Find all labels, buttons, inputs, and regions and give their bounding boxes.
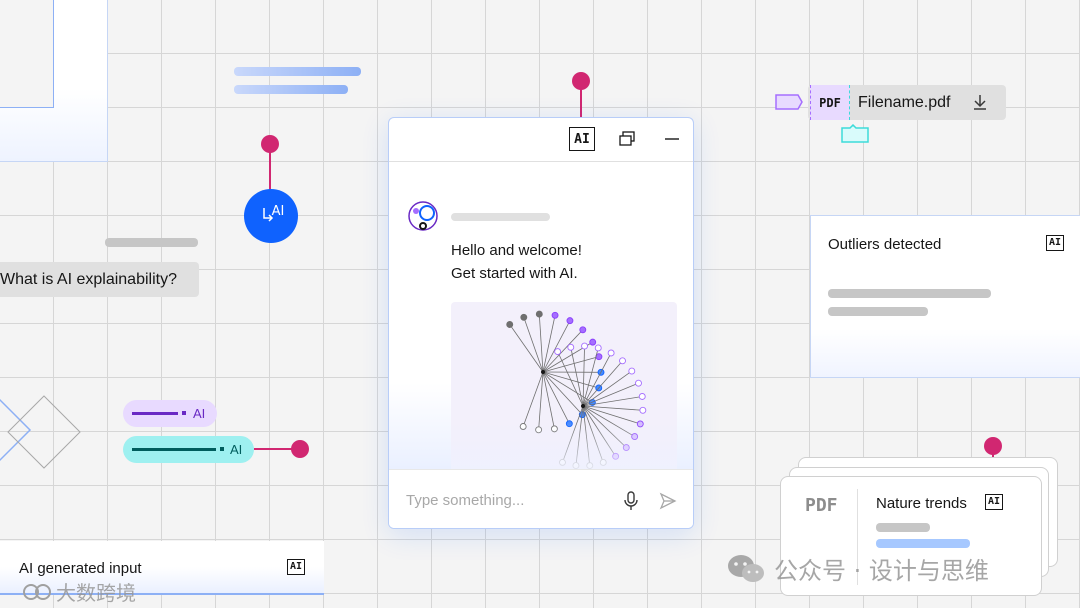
right-cluster-node <box>607 349 615 357</box>
purple-ai-tag: AI <box>123 400 217 427</box>
right-cluster-edge <box>557 351 584 407</box>
left-cluster-edge <box>522 371 544 427</box>
teal-line <box>132 448 216 451</box>
right-cluster-edge <box>582 405 643 411</box>
download-icon[interactable] <box>971 93 989 111</box>
assistant-avatar-icon <box>408 201 438 231</box>
left-cluster-edge <box>542 329 584 373</box>
left-cluster-edge <box>542 315 556 373</box>
purple-line <box>132 412 178 415</box>
watermark-right-text: 公众号 · 设计与思维 <box>774 557 989 585</box>
send-icon[interactable] <box>659 492 677 510</box>
file-chip[interactable]: PDF Filename.pdf <box>808 85 1006 120</box>
ai-badge: AI <box>985 494 1003 510</box>
left-cluster-edge <box>542 356 600 373</box>
minimize-icon[interactable] <box>664 130 680 148</box>
pin-marker <box>984 437 1002 455</box>
pin-marker <box>572 72 590 90</box>
question-text: What is AI explainability? <box>0 270 177 288</box>
skeleton-bar <box>876 523 930 532</box>
chat-input-placeholder: Type something... <box>406 492 525 509</box>
left-cluster-node <box>566 317 574 325</box>
ai-badge: AI <box>1046 235 1064 251</box>
teal-ai-tag: AI <box>123 436 254 463</box>
right-cluster-edge <box>582 352 612 407</box>
left-cluster-hub <box>541 370 545 374</box>
purple-selection-handle <box>775 94 803 110</box>
right-cluster-node <box>581 342 588 350</box>
greeting-line-1: Hello and welcome! <box>451 242 582 259</box>
outliers-title: Outliers detected <box>828 236 942 253</box>
teal-dot <box>220 447 224 451</box>
right-cluster-node <box>635 379 642 387</box>
skeleton-bar <box>451 213 550 221</box>
generated-input-label: AI generated input <box>19 560 142 577</box>
chat-body: Hello and welcome! Get started with AI. <box>389 162 693 482</box>
right-cluster-node <box>567 343 575 351</box>
right-cluster-edge <box>570 347 584 407</box>
ai-explain-button[interactable]: AI <box>244 189 298 243</box>
skeleton-bar <box>105 238 198 247</box>
left-cluster-edge <box>542 371 583 415</box>
network-visualization <box>451 302 677 482</box>
pdf-label: PDF <box>819 95 841 110</box>
ai-badge: AI <box>287 559 305 575</box>
skeleton-bar <box>876 539 970 548</box>
diamond-shapes <box>0 395 81 469</box>
greeting-line-2: Get started with AI. <box>451 265 578 282</box>
left-cluster-node <box>506 321 514 328</box>
ai-badge-label: AI <box>574 131 590 147</box>
skeleton-bar <box>828 289 991 298</box>
right-cluster-node <box>554 348 562 356</box>
pin-marker <box>261 135 279 153</box>
left-cluster-edge <box>542 371 555 429</box>
pin-line <box>269 152 271 190</box>
question-bubble[interactable]: What is AI explainability? <box>0 262 199 297</box>
teal-tag-label: AI <box>230 442 243 457</box>
chat-input-bar[interactable]: Type something... <box>389 469 693 528</box>
left-cluster-node <box>551 311 559 319</box>
right-cluster-node <box>639 406 647 414</box>
left-cluster-node <box>579 326 587 334</box>
chat-window: AI Hello and welcome! Get started with A… <box>388 117 694 529</box>
restore-icon[interactable] <box>618 130 636 148</box>
decorative-frame-inner <box>0 0 54 108</box>
chat-header: AI <box>389 118 693 162</box>
file-name: Filename.pdf <box>858 94 951 111</box>
left-cluster-node <box>589 338 597 346</box>
nature-title: Nature trends <box>876 495 967 512</box>
microphone-icon[interactable] <box>622 490 640 512</box>
purple-dot <box>182 411 186 415</box>
right-cluster-node <box>638 393 646 400</box>
right-cluster-node <box>594 344 602 352</box>
ai-button-label: AI <box>271 203 285 219</box>
ai-badge: AI <box>569 127 595 151</box>
right-cluster-node <box>619 357 626 365</box>
right-cluster-hub <box>581 404 585 408</box>
left-cluster-edge <box>509 324 544 373</box>
wechat-icon <box>728 554 764 582</box>
pin-line <box>254 448 294 450</box>
pdf-file-type: PDF <box>805 495 838 516</box>
skeleton-bar <box>828 307 928 316</box>
file-type-badge: PDF <box>810 85 850 120</box>
pin-marker <box>291 440 309 458</box>
right-cluster-node <box>628 367 636 375</box>
left-cluster-node <box>535 310 543 318</box>
loading-bar <box>234 85 348 94</box>
watermark-left-text: 大数跨境 <box>56 581 136 605</box>
loading-bar <box>234 67 361 76</box>
watermark-right: 公众号 · 设计与思维 <box>726 551 989 586</box>
outliers-card[interactable]: Outliers detected AI <box>810 215 1080 378</box>
purple-tag-label: AI <box>193 406 206 421</box>
watermark-logo-icon <box>23 583 51 600</box>
left-cluster-node <box>520 313 528 321</box>
teal-selection-handle <box>841 124 869 143</box>
watermark-left: 大数跨境 <box>22 577 136 606</box>
